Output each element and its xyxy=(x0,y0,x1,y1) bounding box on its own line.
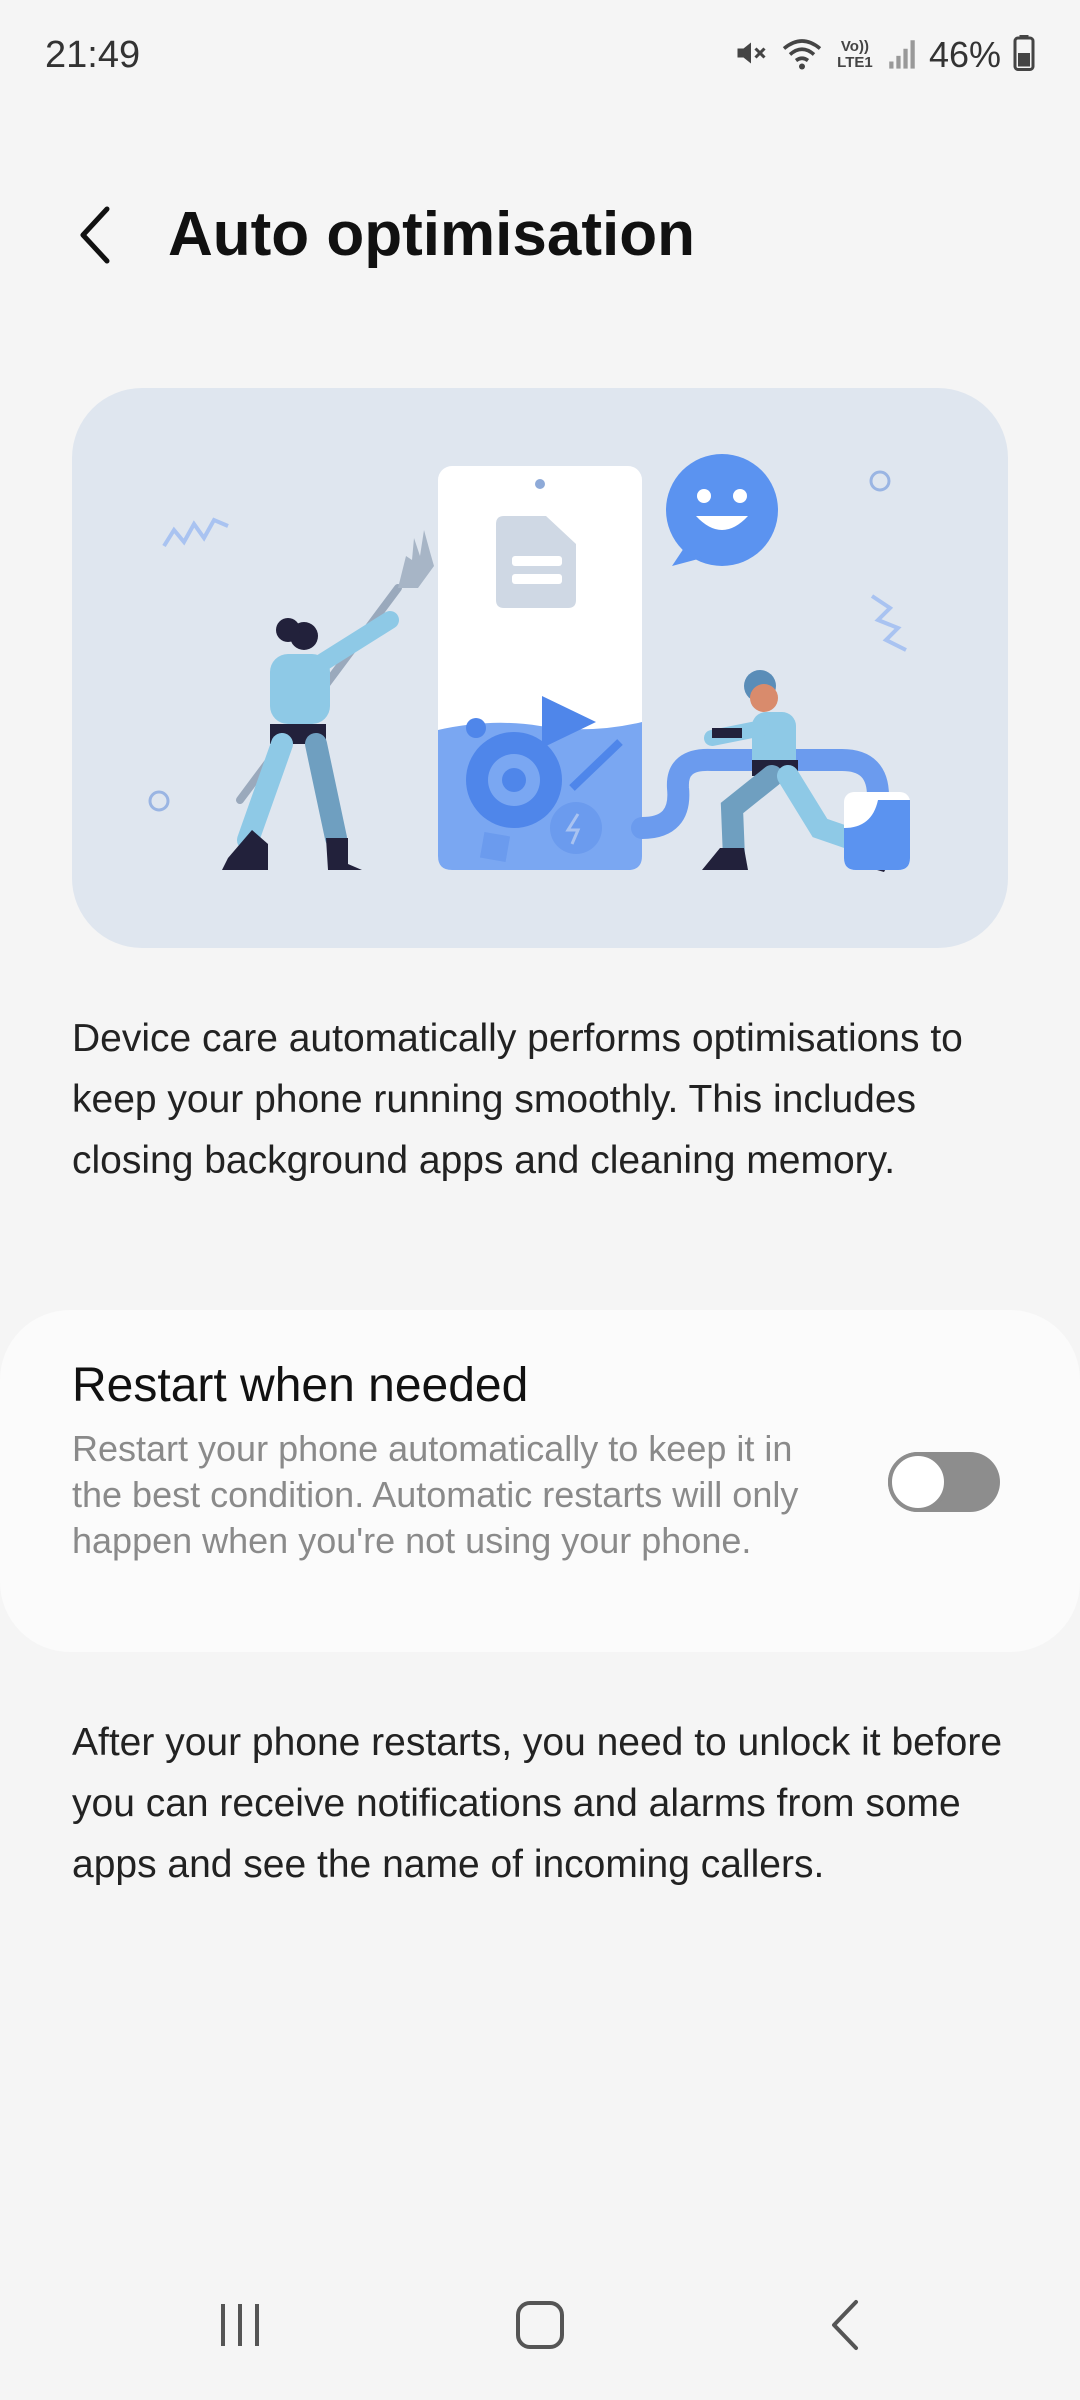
chevron-left-icon xyxy=(80,206,110,264)
volte-lte-icon: Vo)) LTE1 xyxy=(835,39,875,71)
nav-back-button[interactable] xyxy=(796,2290,896,2360)
battery-icon xyxy=(1013,34,1035,76)
wifi-icon xyxy=(781,35,823,76)
home-button[interactable] xyxy=(490,2290,590,2360)
recent-apps-button[interactable] xyxy=(190,2290,290,2360)
restart-when-needed-card[interactable]: Restart when needed Restart your phone a… xyxy=(0,1310,1080,1652)
restart-toggle[interactable] xyxy=(888,1452,1000,1512)
toggle-knob xyxy=(888,1452,948,1512)
back-button[interactable] xyxy=(55,195,135,275)
page-header: Auto optimisation xyxy=(0,180,1080,290)
device-care-illustration xyxy=(72,388,1008,948)
description-text: Device care automatically performs optim… xyxy=(72,1017,963,1182)
signal-icon xyxy=(887,36,917,75)
system-navigation-bar xyxy=(0,2270,1080,2380)
status-bar: 21:49 Vo)) LTE1 46% xyxy=(0,0,1080,120)
battery-percent: 46% xyxy=(928,34,1001,75)
recent-apps-icon xyxy=(221,2304,259,2346)
restart-title: Restart when needed xyxy=(72,1359,529,1412)
optimisation-illustration xyxy=(148,454,910,872)
mute-icon xyxy=(733,35,769,76)
restart-subtitle: Restart your phone automatically to keep… xyxy=(72,1428,799,1561)
status-time: 21:49 xyxy=(45,34,141,76)
home-icon xyxy=(516,2301,564,2349)
restart-note-text: After your phone restarts, you need to u… xyxy=(72,1721,1003,1886)
volte-label: Vo)) LTE1 xyxy=(837,38,873,71)
back-icon xyxy=(832,2300,858,2350)
page-title: Auto optimisation xyxy=(168,200,695,269)
status-icons: Vo)) LTE1 46% xyxy=(733,34,1035,76)
